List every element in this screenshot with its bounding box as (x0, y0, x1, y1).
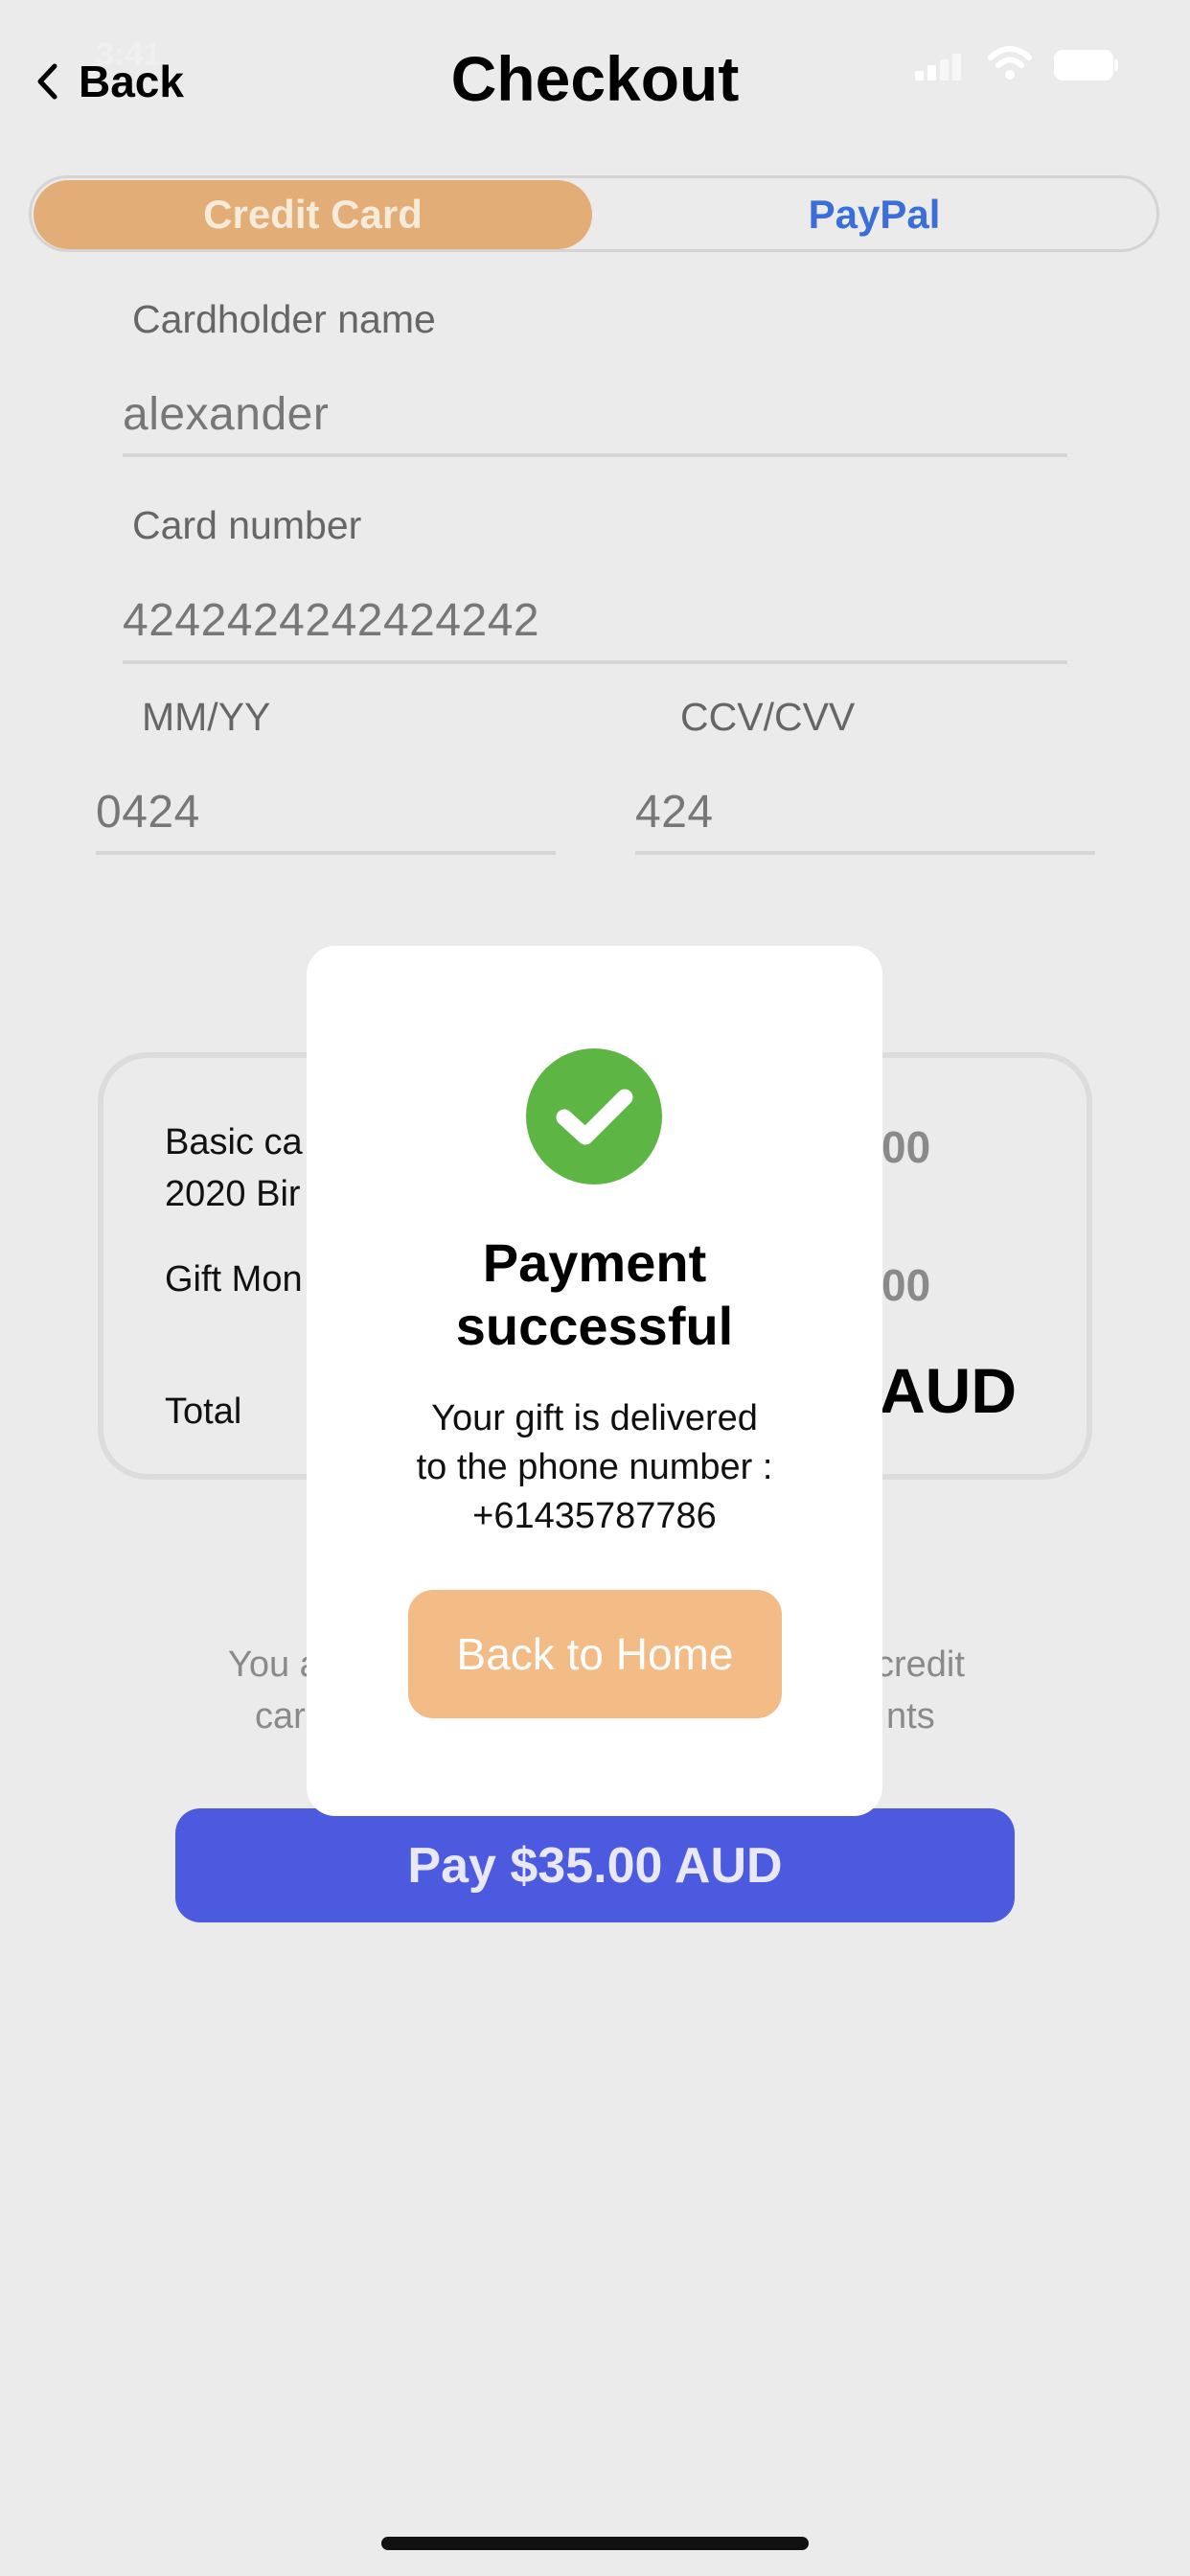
total-label: Total (165, 1392, 242, 1432)
card-number-label: Card number (132, 503, 362, 547)
page-title: Checkout (450, 43, 740, 114)
back-to-home-button[interactable]: Back to Home (408, 1590, 782, 1718)
modal-message-line1: Your gift is delivered (431, 1398, 758, 1438)
home-indicator (381, 2537, 809, 2550)
terms-line2-right: nts (886, 1696, 935, 1736)
tab-credit-card[interactable]: Credit Card (34, 180, 592, 249)
pay-button[interactable]: Pay $35.00 AUD (175, 1808, 1015, 1922)
expiry-input[interactable]: 0424 (96, 786, 200, 839)
expiry-underline (96, 851, 556, 855)
item-name-line1: Basic ca (165, 1122, 303, 1162)
total-amount: AUD (880, 1355, 1017, 1426)
cardholder-underline (123, 453, 1067, 457)
modal-title-line1: Payment (482, 1232, 707, 1293)
cvv-underline (635, 851, 1095, 855)
checkmark-icon (556, 1089, 633, 1145)
modal-phone: +61435787786 (472, 1496, 717, 1536)
gift-label: Gift Mon (165, 1259, 303, 1300)
tab-paypal[interactable]: PayPal (594, 180, 1155, 249)
modal-message-line2: to the phone number : (416, 1447, 773, 1487)
expiry-label: MM/YY (142, 695, 271, 739)
item-name-line2: 2020 Bir (165, 1174, 301, 1214)
modal-title: Payment successful (307, 1231, 882, 1358)
cardholder-input[interactable]: alexander (123, 388, 329, 441)
modal-message: Your gift is delivered to the phone numb… (307, 1394, 882, 1541)
cvv-label: CCV/CVV (680, 695, 856, 739)
cvv-input[interactable]: 424 (635, 786, 714, 839)
modal-title-line2: successful (455, 1296, 734, 1356)
success-check (526, 1048, 662, 1184)
item-amount: 00 (881, 1122, 931, 1172)
cardholder-label: Cardholder name (132, 297, 436, 341)
card-number-input[interactable]: 4242424242424242 (123, 594, 539, 647)
terms-line2-left: car (255, 1696, 306, 1736)
card-number-underline (123, 660, 1067, 664)
gift-amount: 00 (881, 1260, 931, 1310)
terms-line1-right: credit (876, 1644, 965, 1685)
